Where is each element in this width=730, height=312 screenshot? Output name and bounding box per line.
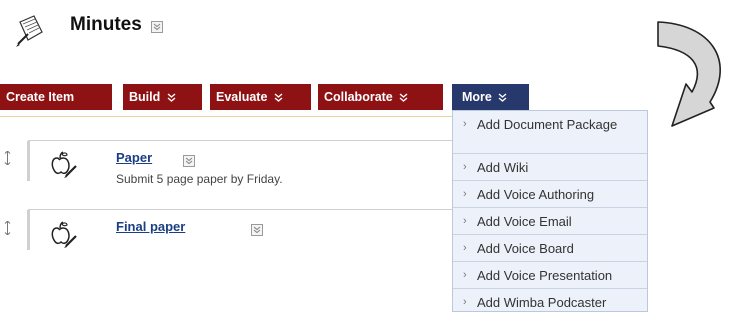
evaluate-button[interactable]: Evaluate [210,84,311,110]
menu-item-label: Add Voice Board [477,241,574,256]
double-chevron-down-icon [498,85,507,111]
menu-separator [453,261,647,262]
menu-separator [453,234,647,235]
double-chevron-down-icon [167,85,176,111]
menu-item-label: Add Wimba Podcaster [477,295,607,310]
chevron-right-icon: › [463,118,467,130]
toolbar-divider [0,116,458,117]
menu-separator [453,153,647,154]
build-label: Build [129,90,161,104]
double-chevron-down-icon [399,85,408,111]
menu-item-add-wimba-podcaster[interactable]: › Add Wimba Podcaster [453,295,647,310]
more-button[interactable]: More [452,84,529,110]
menu-separator [453,207,647,208]
item-title-link[interactable]: Final paper [116,219,185,234]
drag-handle-icon[interactable] [3,220,12,236]
menu-item-add-document-package[interactable]: › Add Document Package [453,117,647,132]
item-divider [28,209,458,210]
collaborate-label: Collaborate [324,90,393,104]
chevron-right-icon: › [463,215,467,227]
page-title: Minutes [70,14,142,35]
build-button[interactable]: Build [123,84,202,110]
double-chevron-down-icon [274,85,283,111]
chevron-right-icon: › [463,269,467,281]
title-options-chevron-icon[interactable] [151,20,163,33]
menu-item-add-voice-board[interactable]: › Add Voice Board [453,241,647,256]
menu-item-add-voice-email[interactable]: › Add Voice Email [453,214,647,229]
menu-item-label: Add Voice Authoring [477,187,595,202]
menu-separator [453,288,647,289]
drag-handle-icon[interactable] [3,150,12,166]
item-options-chevron-icon[interactable] [183,154,196,167]
menu-item-label: Add Voice Email [477,214,572,229]
apple-pencil-icon [48,220,78,250]
item-title-link[interactable]: Paper [116,150,152,165]
more-dropdown-menu: › Add Document Package › Add Wiki › Add … [452,110,648,312]
more-label: More [462,90,492,104]
item-left-border [27,141,30,181]
menu-item-label: Add Voice Presentation [477,268,613,283]
item-divider [28,140,458,141]
menu-item-label: Add Wiki [477,160,529,175]
item-left-border [27,210,30,250]
collaborate-button[interactable]: Collaborate [318,84,443,110]
menu-item-add-voice-authoring[interactable]: › Add Voice Authoring [453,187,647,202]
scroll-pen-icon [14,14,44,48]
chevron-right-icon: › [463,296,467,308]
apple-pencil-icon [48,150,78,180]
menu-item-add-wiki[interactable]: › Add Wiki [453,160,647,175]
create-item-label: Create Item [6,90,75,104]
chevron-right-icon: › [463,242,467,254]
curved-arrow-icon [650,20,730,150]
evaluate-label: Evaluate [216,90,268,104]
item-options-chevron-icon[interactable] [250,223,263,236]
chevron-right-icon: › [463,188,467,200]
chevron-right-icon: › [463,161,467,173]
menu-item-label: Add Document Package [477,117,618,132]
create-item-button[interactable]: Create Item [0,84,112,110]
item-description: Submit 5 page paper by Friday. [116,172,283,186]
menu-item-add-voice-presentation[interactable]: › Add Voice Presentation [453,268,647,283]
menu-separator [453,180,647,181]
